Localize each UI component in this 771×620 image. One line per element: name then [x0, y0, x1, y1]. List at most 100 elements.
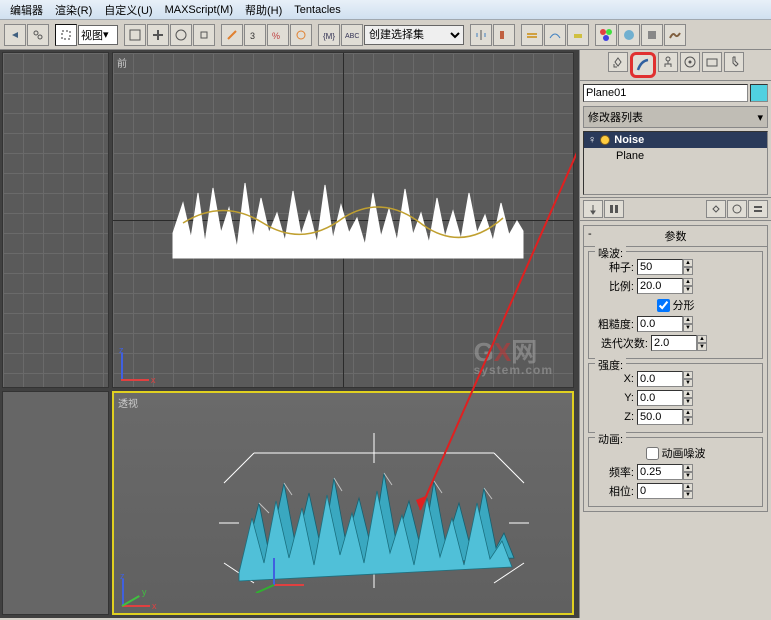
- iterations-spin-up[interactable]: ▲: [697, 335, 707, 343]
- object-name-field[interactable]: [583, 84, 748, 102]
- modify-tab[interactable]: [630, 52, 656, 78]
- menu-bar: 编辑器 渲染(R) 自定义(U) MAXScript(M) 帮助(H) Tent…: [0, 0, 771, 20]
- render-setup-button[interactable]: [618, 24, 640, 46]
- phase-spin-up[interactable]: ▲: [683, 483, 693, 491]
- material-editor-button[interactable]: [595, 24, 617, 46]
- strength-z-input[interactable]: [637, 409, 683, 425]
- display-tab[interactable]: [702, 52, 722, 72]
- show-end-result-button[interactable]: [604, 200, 624, 218]
- scale-spin-up[interactable]: ▲: [683, 278, 693, 286]
- snap-angle-button[interactable]: [221, 24, 243, 46]
- strength-group: 强度: X: ▲▼ Y: ▲▼ Z: ▲▼: [588, 363, 763, 433]
- viewport-bottom-left[interactable]: [2, 391, 109, 615]
- phase-spin-down[interactable]: ▼: [683, 491, 693, 499]
- bulb-icon: [600, 135, 610, 145]
- x-spin-down[interactable]: ▼: [683, 379, 693, 387]
- make-unique-button[interactable]: [706, 200, 726, 218]
- modifier-stack-toolbar: [580, 197, 771, 221]
- mirror-button[interactable]: [470, 24, 492, 46]
- main-toolbar: 视图▾ 3 % {M} ABC 创建选择集: [0, 20, 771, 50]
- view-dropdown[interactable]: 视图▾: [78, 25, 118, 45]
- viewports-area: 前 xz GX网 system.com 透视: [0, 50, 579, 618]
- strength-x-input[interactable]: [637, 371, 683, 387]
- freq-spin-down[interactable]: ▼: [683, 472, 693, 480]
- select-button[interactable]: [55, 24, 77, 46]
- viewport-perspective[interactable]: 透视: [112, 391, 574, 615]
- freq-spin-up[interactable]: ▲: [683, 464, 693, 472]
- spinner-snap-button[interactable]: [290, 24, 312, 46]
- undo-button[interactable]: [4, 24, 26, 46]
- iterations-spin-down[interactable]: ▼: [697, 343, 707, 351]
- align-button[interactable]: [493, 24, 515, 46]
- iterations-input[interactable]: [651, 335, 697, 351]
- menu-tentacles[interactable]: Tentacles: [288, 4, 346, 16]
- modifier-noise[interactable]: ♀Noise: [584, 132, 767, 148]
- seed-spin-down[interactable]: ▼: [683, 267, 693, 275]
- parameters-rollout-header[interactable]: -参数: [584, 226, 767, 247]
- menu-editor[interactable]: 编辑器: [4, 2, 49, 18]
- z-spin-up[interactable]: ▲: [683, 409, 693, 417]
- select-scale-button[interactable]: [193, 24, 215, 46]
- named-sets-button[interactable]: {M}: [318, 24, 340, 46]
- axis-gizmo-perspective: xzy: [122, 567, 162, 607]
- iterations-label: 迭代次数:: [593, 335, 651, 351]
- command-panel-tabs: [580, 50, 771, 81]
- viewport-front[interactable]: 前 xz GX网 system.com: [112, 52, 574, 388]
- snap-percent-button[interactable]: %: [267, 24, 289, 46]
- parameters-rollout: -参数 噪波: 种子: ▲▼ 比例: ▲▼ 分形: [583, 225, 768, 512]
- seed-input[interactable]: [637, 259, 683, 275]
- viewport-top-left[interactable]: [2, 52, 109, 388]
- menu-help[interactable]: 帮助(H): [239, 2, 288, 18]
- animate-noise-checkbox[interactable]: [646, 447, 659, 460]
- x-spin-up[interactable]: ▲: [683, 371, 693, 379]
- noise-group: 噪波: 种子: ▲▼ 比例: ▲▼ 分形 粗糙度:: [588, 251, 763, 359]
- viewport-front-label: 前: [117, 55, 127, 70]
- modifier-stack[interactable]: ♀Noise Plane: [583, 131, 768, 195]
- layers-button[interactable]: [521, 24, 543, 46]
- y-spin-up[interactable]: ▲: [683, 390, 693, 398]
- select-rotate-button[interactable]: [170, 24, 192, 46]
- svg-text:%: %: [272, 31, 280, 41]
- hierarchy-tab[interactable]: [658, 52, 678, 72]
- quick-render-button[interactable]: [664, 24, 686, 46]
- curve-editor-button[interactable]: [544, 24, 566, 46]
- modifier-list-dropdown[interactable]: 修改器列表 ▾: [583, 106, 768, 128]
- selection-set-dropdown[interactable]: 创建选择集: [364, 25, 464, 45]
- configure-button[interactable]: [748, 200, 768, 218]
- phase-input[interactable]: [637, 483, 683, 499]
- snap-3-button[interactable]: 3: [244, 24, 266, 46]
- abc-button[interactable]: ABC: [341, 24, 363, 46]
- menu-customize[interactable]: 自定义(U): [98, 2, 158, 18]
- seed-label: 种子:: [593, 259, 637, 275]
- roughness-spin-up[interactable]: ▲: [683, 316, 693, 324]
- seed-spin-up[interactable]: ▲: [683, 259, 693, 267]
- schematic-button[interactable]: [567, 24, 589, 46]
- select-move-button[interactable]: [147, 24, 169, 46]
- modifier-plane[interactable]: Plane: [584, 148, 767, 164]
- y-spin-down[interactable]: ▼: [683, 398, 693, 406]
- scale-input[interactable]: [637, 278, 683, 294]
- z-spin-down[interactable]: ▼: [683, 417, 693, 425]
- roughness-spin-down[interactable]: ▼: [683, 324, 693, 332]
- scale-label: 比例:: [593, 278, 637, 294]
- svg-text:3: 3: [250, 31, 255, 41]
- object-color-swatch[interactable]: [750, 84, 768, 102]
- strength-z-label: Z:: [593, 411, 637, 423]
- menu-render[interactable]: 渲染(R): [49, 2, 98, 18]
- link-button[interactable]: [27, 24, 49, 46]
- fractal-checkbox[interactable]: [657, 299, 670, 312]
- scale-spin-down[interactable]: ▼: [683, 286, 693, 294]
- watermark: GX网 system.com: [474, 332, 553, 377]
- pin-stack-button[interactable]: [583, 200, 603, 218]
- svg-text:ABC: ABC: [345, 33, 359, 40]
- remove-modifier-button[interactable]: [727, 200, 747, 218]
- strength-y-input[interactable]: [637, 390, 683, 406]
- window-crossing-button[interactable]: [124, 24, 146, 46]
- roughness-input[interactable]: [637, 316, 683, 332]
- motion-tab[interactable]: [680, 52, 700, 72]
- render-frame-button[interactable]: [641, 24, 663, 46]
- create-tab[interactable]: [608, 52, 628, 72]
- frequency-input[interactable]: [637, 464, 683, 480]
- menu-maxscript[interactable]: MAXScript(M): [159, 4, 239, 16]
- utilities-tab[interactable]: [724, 52, 744, 72]
